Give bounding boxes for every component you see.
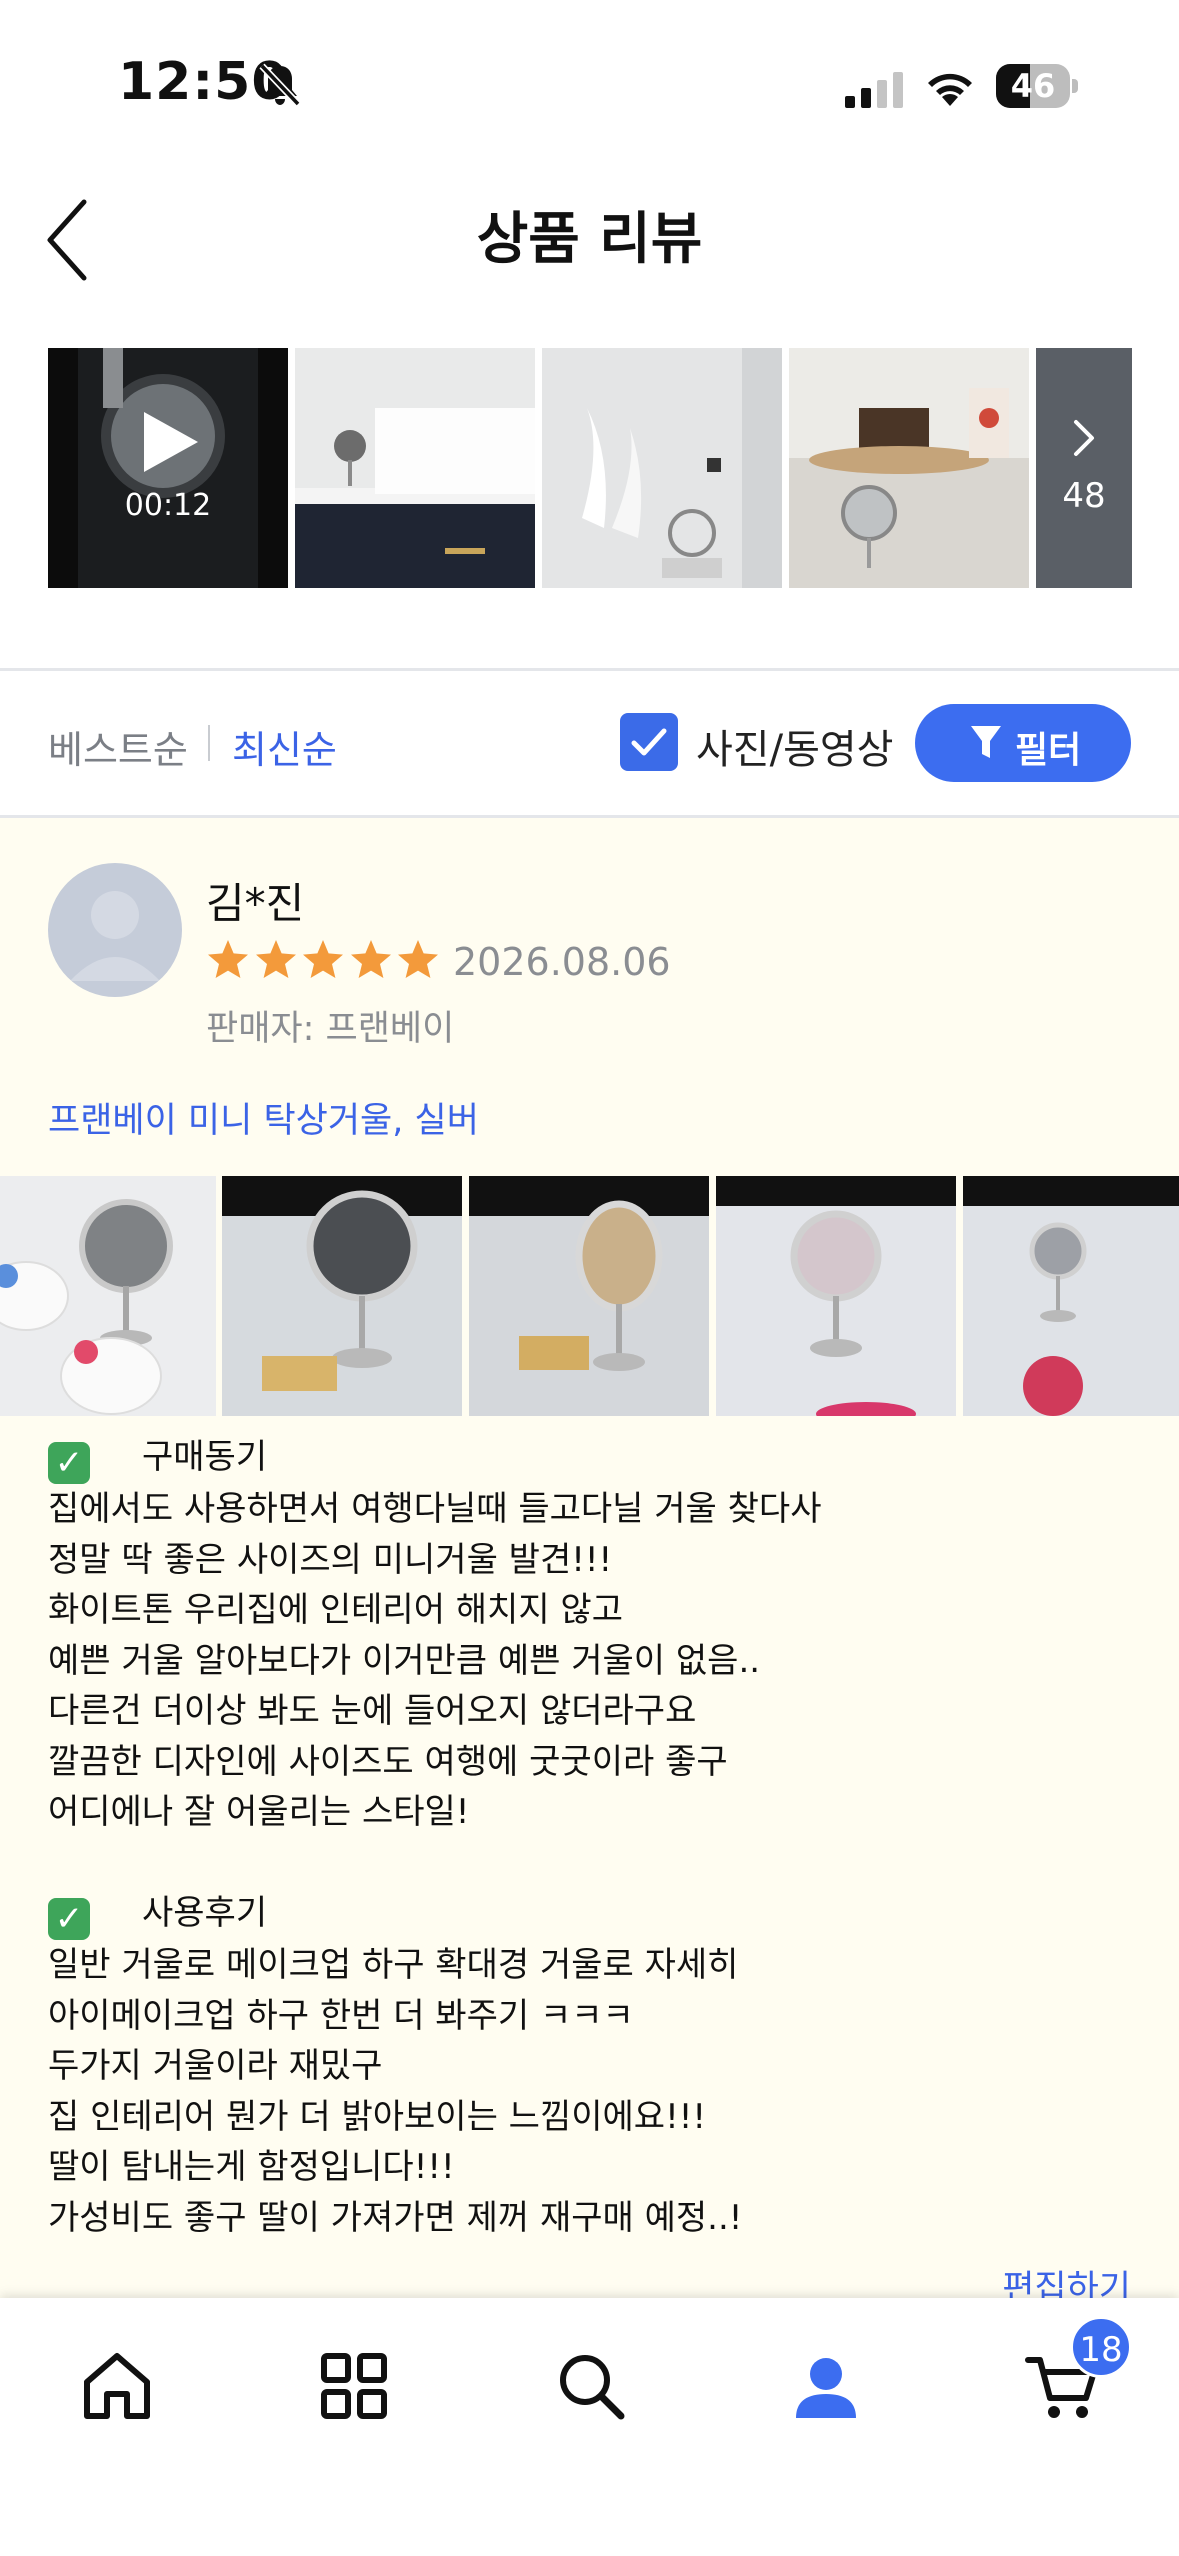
cart-count-badge: 18 (1070, 2316, 1132, 2378)
page-title: 상품 리뷰 (476, 207, 703, 272)
avatar (48, 863, 182, 997)
my-page-icon[interactable] (786, 2346, 866, 2426)
section-title-motivation: 구매동기 (142, 1437, 268, 1477)
review-section-motivation: 집에서도 사용하면서 여행다닐때 들고다닐 거울 찾다사 정말 딱 좋은 사이즈… (48, 1489, 822, 1832)
bell-off-icon (259, 63, 301, 107)
chevron-right-icon (1074, 420, 1094, 456)
photo-thumbnail[interactable] (789, 348, 1029, 588)
search-icon[interactable] (551, 2346, 631, 2426)
wifi-icon (928, 73, 972, 106)
photo-video-checkbox[interactable] (620, 713, 678, 771)
review-date: 2026.08.06 (453, 940, 671, 984)
photo-video-label[interactable]: 사진/동영상 (696, 717, 893, 775)
filter-label: 필터 (1015, 730, 1082, 771)
header: 상품 리뷰 (0, 170, 1179, 310)
battery-icon: 46 (996, 64, 1078, 108)
sort-best-button[interactable]: 베스트순 (48, 719, 188, 774)
status-bar: 12:50 46 (0, 0, 1179, 170)
review-photo[interactable] (469, 1176, 709, 1416)
reviewer-name: 김*진 (206, 879, 305, 928)
star-icon (350, 940, 391, 978)
sort-latest-button[interactable]: 최신순 (232, 719, 337, 774)
funnel-icon (971, 726, 1001, 758)
sort-filter-bar: 베스트순 최신순 사진/동영상 필터 (0, 671, 1179, 815)
review-photo[interactable] (716, 1176, 956, 1416)
battery-percent: 46 (1010, 67, 1056, 105)
bottom-navigation: 18 (0, 2298, 1179, 2556)
more-photos-button[interactable]: 48 (1036, 348, 1132, 588)
star-icon (255, 940, 296, 978)
photo-thumbnail[interactable] (542, 348, 782, 588)
video-duration: 00:12 (124, 488, 212, 523)
checkmark-icon (631, 728, 667, 756)
product-option-link[interactable]: 프랜베이 미니 탁상거울, 실버 (48, 1092, 479, 1143)
review-photo[interactable] (963, 1176, 1179, 1416)
review-photo-carousel[interactable] (0, 1176, 1179, 1416)
review-photo[interactable] (222, 1176, 462, 1416)
video-thumbnail[interactable]: 00:12 (48, 348, 288, 588)
photo-thumbnail[interactable] (295, 348, 535, 588)
cart-button[interactable]: 18 (1022, 2316, 1132, 2426)
check-mark-emoji-icon: ✓ (48, 1898, 90, 1940)
review-photo[interactable] (0, 1176, 216, 1416)
sort-separator (208, 725, 210, 761)
star-icon (303, 940, 343, 978)
star-icon (208, 940, 248, 978)
play-icon (144, 412, 198, 472)
section-title-usage: 사용후기 (142, 1893, 268, 1933)
review-card: 김*진 2026.08.06 판매자: 프랜베이 프랜베이 미니 탁상거울, 실… (0, 818, 1179, 2309)
seller-name: 판매자: 프랜베이 (206, 1009, 455, 1049)
review-text: ✓ 구매동기 집에서도 사용하면서 여행다닐때 들고다닐 거울 찾다사 정말 딱 … (48, 1432, 1148, 2243)
cellular-signal-icon (845, 72, 903, 108)
star-icon (398, 940, 438, 978)
home-icon[interactable] (77, 2346, 157, 2426)
default-user-icon (70, 891, 160, 981)
more-photos-count: 48 (1062, 476, 1106, 516)
category-grid-icon[interactable] (314, 2346, 394, 2426)
review-section-usage: 일반 거울로 메이크업 하구 확대경 거울로 자세히 아이메이크업 하구 한번 … (48, 1945, 743, 2238)
filter-button[interactable]: 필터 (915, 704, 1131, 782)
check-mark-emoji-icon: ✓ (48, 1442, 90, 1484)
